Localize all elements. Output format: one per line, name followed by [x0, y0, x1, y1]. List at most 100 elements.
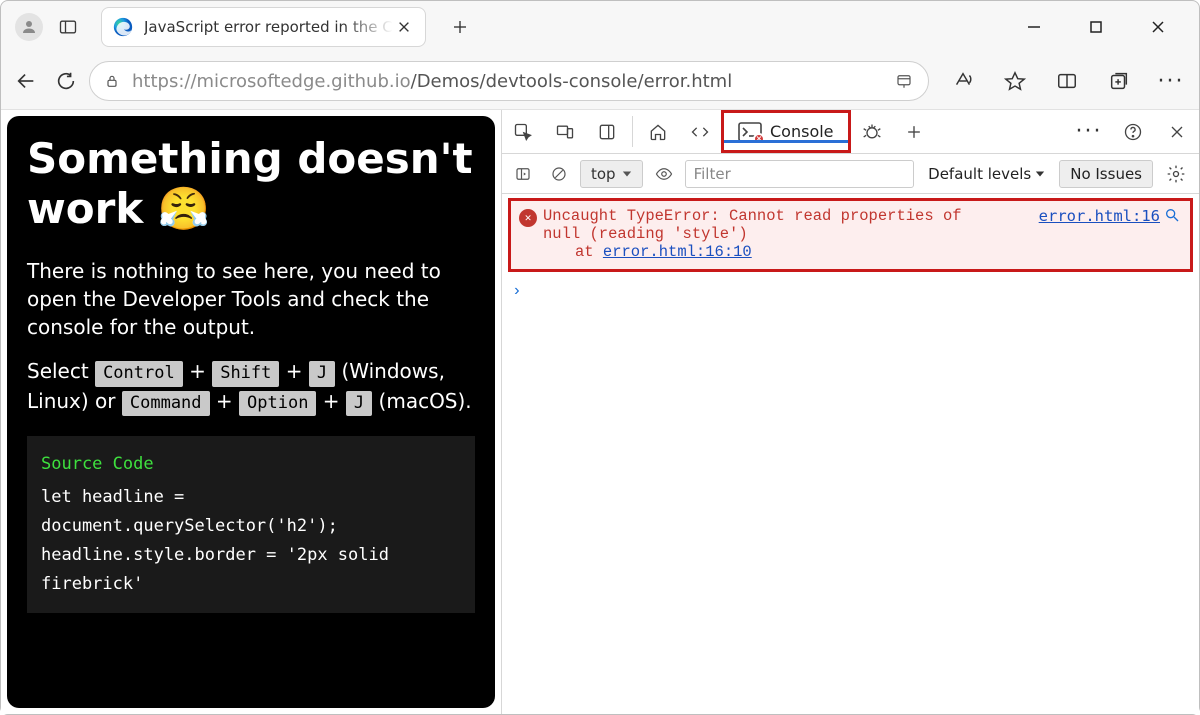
star-icon — [1004, 70, 1026, 92]
console-error-row[interactable]: ✕ Uncaught TypeError: Cannot read proper… — [511, 201, 1190, 269]
dock-side-button[interactable] — [586, 110, 628, 153]
clear-console-button[interactable] — [544, 159, 574, 189]
plus-icon — [904, 122, 924, 142]
close-icon — [397, 20, 411, 34]
devtools-more-button[interactable]: ··· — [1067, 119, 1111, 144]
kbd-shift: Shift — [212, 361, 279, 387]
inspect-icon — [513, 122, 533, 142]
maximize-button[interactable] — [1081, 12, 1111, 42]
console-prompt[interactable]: › — [502, 278, 1199, 304]
install-app-button[interactable] — [888, 72, 920, 90]
kbd-command: Command — [122, 391, 210, 417]
url-text: https://microsoftedge.github.io/Demos/de… — [126, 71, 888, 92]
more-tabs-button[interactable] — [893, 110, 935, 153]
refresh-icon — [55, 70, 77, 92]
read-aloud-button[interactable] — [943, 61, 983, 101]
search-error-button[interactable] — [1164, 207, 1182, 225]
minimize-button[interactable] — [1019, 12, 1049, 42]
read-aloud-icon — [952, 70, 974, 92]
kbd-option: Option — [239, 391, 316, 417]
log-levels-selector[interactable]: Default levels — [920, 160, 1053, 188]
console-error-highlight: ✕ Uncaught TypeError: Cannot read proper… — [508, 198, 1193, 272]
close-icon — [1151, 20, 1165, 34]
console-toolbar: top Filter Default levels No Issues — [502, 154, 1199, 194]
code-label: Source Code — [41, 450, 461, 479]
site-info-button[interactable] — [98, 67, 126, 95]
device-emulation-button[interactable] — [544, 110, 586, 153]
elements-tab[interactable] — [679, 110, 721, 153]
collections-button[interactable] — [1099, 61, 1139, 101]
back-button[interactable] — [9, 59, 43, 103]
tab-actions-button[interactable] — [53, 12, 83, 42]
console-tab-highlight: × Console — [721, 110, 851, 153]
sources-tab[interactable] — [851, 110, 893, 153]
code-line: headline.style.border = '2px solid fireb… — [41, 541, 461, 599]
source-code-block: Source Code let headline = document.quer… — [27, 436, 475, 612]
stack-trace-link[interactable]: error.html:16:10 — [603, 243, 752, 261]
favorites-button[interactable] — [995, 61, 1035, 101]
error-badge-icon: × — [753, 133, 765, 145]
window-controls — [1019, 12, 1173, 42]
execution-context-selector[interactable]: top — [580, 160, 643, 188]
devtools-close-button[interactable] — [1155, 122, 1199, 142]
console-settings-button[interactable] — [1159, 164, 1193, 184]
split-screen-button[interactable] — [1047, 61, 1087, 101]
dots-icon: ··· — [1076, 119, 1103, 144]
chevron-down-icon — [1035, 169, 1045, 179]
context-label: top — [591, 165, 616, 183]
chevron-down-icon — [622, 169, 632, 179]
console-tab[interactable]: × Console — [724, 122, 848, 142]
sidebar-icon — [514, 165, 532, 183]
console-icon: × — [738, 122, 762, 142]
code-icon — [690, 122, 710, 142]
minimize-icon — [1027, 20, 1041, 34]
devtools-help-button[interactable] — [1111, 122, 1155, 142]
titlebar: JavaScript error reported in the C — [1, 1, 1199, 53]
profile-avatar[interactable] — [15, 13, 43, 41]
new-tab-button[interactable] — [440, 7, 480, 47]
refresh-button[interactable] — [49, 59, 83, 103]
devices-icon — [555, 122, 575, 142]
home-icon — [648, 122, 668, 142]
content-area: Something doesn't work 😤 There is nothin… — [1, 109, 1199, 714]
toolbar-row: https://microsoftedge.github.io/Demos/de… — [1, 53, 1199, 109]
split-screen-icon — [1056, 70, 1078, 92]
console-tab-label: Console — [770, 122, 834, 141]
settings-more-button[interactable]: ··· — [1151, 61, 1191, 101]
gear-icon — [1166, 164, 1186, 184]
browser-tab[interactable]: JavaScript error reported in the C — [101, 7, 426, 47]
help-icon — [1123, 122, 1143, 142]
workspaces-icon — [58, 17, 78, 37]
close-window-button[interactable] — [1143, 12, 1173, 42]
inspect-element-button[interactable] — [502, 110, 544, 153]
collections-icon — [1108, 70, 1130, 92]
magnifier-icon — [1164, 207, 1180, 223]
toolbar-right: ··· — [943, 61, 1191, 101]
tab-close-button[interactable] — [393, 16, 415, 38]
issues-button[interactable]: No Issues — [1059, 160, 1153, 188]
address-bar[interactable]: https://microsoftedge.github.io/Demos/de… — [89, 61, 929, 101]
edge-favicon-icon — [112, 16, 134, 38]
page-body: Something doesn't work 😤 There is nothin… — [7, 116, 495, 708]
error-icon: ✕ — [519, 209, 537, 227]
maximize-icon — [1089, 20, 1103, 34]
devtools-panel: × Console ··· top — [501, 110, 1199, 714]
console-output: ✕ Uncaught TypeError: Cannot read proper… — [502, 194, 1199, 714]
dock-icon — [597, 122, 617, 142]
error-source-link[interactable]: error.html:16 — [1039, 207, 1160, 261]
page-heading: Something doesn't work 😤 — [27, 134, 475, 235]
arrow-left-icon — [15, 70, 37, 92]
kbd-j-mac: J — [346, 391, 372, 417]
kbd-j: J — [309, 361, 335, 387]
tab-title: JavaScript error reported in the C — [144, 18, 393, 36]
toggle-sidebar-button[interactable] — [508, 159, 538, 189]
bug-icon — [862, 122, 882, 142]
app-install-icon — [895, 72, 913, 90]
lock-icon — [104, 73, 120, 89]
kbd-control: Control — [95, 361, 183, 387]
page-paragraph-2: Select Control + Shift + J (Windows, Lin… — [27, 357, 475, 417]
person-icon — [20, 18, 38, 36]
filter-input[interactable]: Filter — [685, 160, 915, 188]
live-expression-button[interactable] — [649, 159, 679, 189]
welcome-tab[interactable] — [637, 110, 679, 153]
